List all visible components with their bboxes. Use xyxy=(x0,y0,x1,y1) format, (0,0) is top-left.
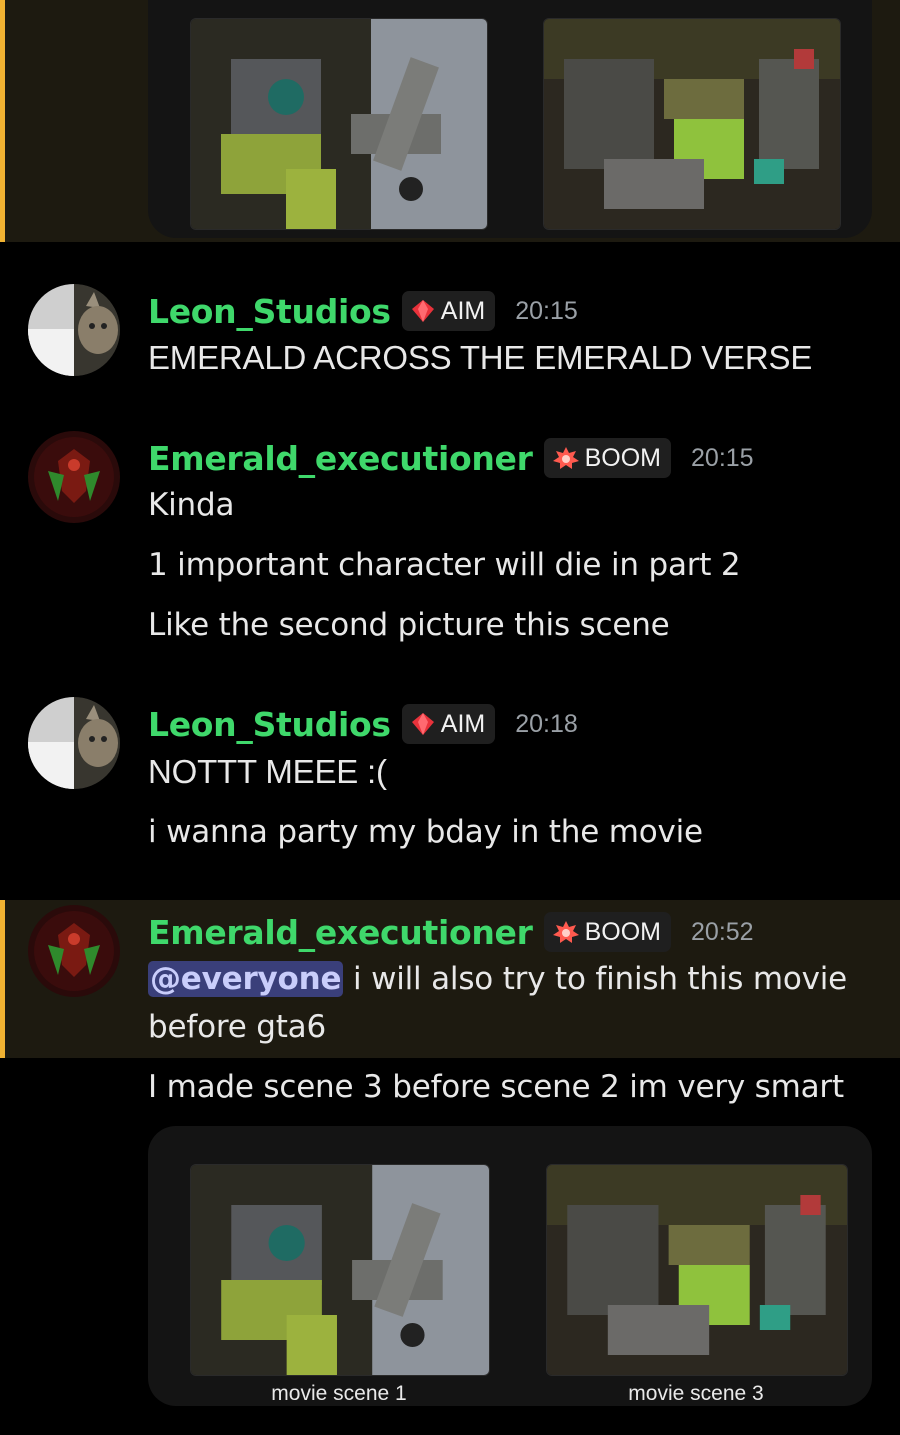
image-attachment[interactable] xyxy=(190,18,488,230)
image-thumbnail-icon xyxy=(547,1165,847,1375)
username[interactable]: Leon_Studios xyxy=(148,705,391,744)
clan-tag[interactable]: BOOM xyxy=(543,912,672,952)
attachment-caption: movie scene 1 xyxy=(271,1382,407,1405)
message-header: Emerald_executioner BOOM 20:52 xyxy=(148,910,754,954)
message-text: i wanna party my bday in the movie xyxy=(148,814,703,850)
avatar-leon-studios[interactable] xyxy=(28,284,120,376)
username[interactable]: Leon_Studios xyxy=(148,292,391,331)
red-gem-icon xyxy=(411,300,434,322)
mention-indicator-bar xyxy=(0,0,5,242)
timestamp: 20:15 xyxy=(691,443,754,472)
image-attachment[interactable] xyxy=(190,1164,490,1376)
image-thumbnail-icon xyxy=(544,19,840,229)
clan-tag-label: AIM xyxy=(440,709,486,738)
everyone-mention[interactable]: @everyone xyxy=(148,961,344,997)
clan-tag-label: BOOM xyxy=(584,443,662,472)
message-text: Kinda xyxy=(148,487,235,523)
message-text: I made scene 3 before scene 2 im very sm… xyxy=(148,1069,844,1105)
avatar-emerald-executioner[interactable] xyxy=(28,905,120,997)
username[interactable]: Emerald_executioner xyxy=(148,913,533,952)
message-text: 1 important character will die in part 2 xyxy=(148,547,741,583)
clan-tag[interactable]: AIM xyxy=(401,291,496,331)
message-text: @everyone i will also try to finish this… xyxy=(148,961,847,997)
clan-tag-label: BOOM xyxy=(584,917,662,946)
message-header: Leon_Studios AIM 20:15 xyxy=(148,289,578,333)
avatar-leon-studios[interactable] xyxy=(28,697,120,789)
attachment-caption: movie scene 3 xyxy=(628,1382,764,1405)
explosion-icon xyxy=(552,447,579,469)
image-thumbnail-icon xyxy=(191,1165,489,1375)
message-text: NOTTT MEEE :( xyxy=(148,753,387,790)
clan-tag[interactable]: AIM xyxy=(401,704,496,744)
avatar-emerald-executioner[interactable] xyxy=(28,431,120,523)
clan-tag[interactable]: BOOM xyxy=(543,438,672,478)
message-text-fragment: i will also try to finish this movie xyxy=(343,961,848,997)
message-header: Emerald_executioner BOOM 20:15 xyxy=(148,436,754,480)
image-attachment[interactable] xyxy=(546,1164,848,1376)
image-thumbnail-icon xyxy=(191,19,487,229)
attachment-group: movie scene 1 movie scene 3 xyxy=(148,1126,872,1406)
timestamp: 20:18 xyxy=(515,709,578,738)
message-header: Leon_Studios AIM 20:18 xyxy=(148,702,578,746)
username[interactable]: Emerald_executioner xyxy=(148,439,533,478)
attachment-group-top xyxy=(148,0,872,238)
image-attachment[interactable] xyxy=(543,18,841,230)
message-text: before gta6 xyxy=(148,1009,326,1045)
red-gem-icon xyxy=(411,713,434,735)
timestamp: 20:52 xyxy=(691,917,754,946)
mention-indicator-bar xyxy=(0,900,5,1058)
timestamp: 20:15 xyxy=(515,296,578,325)
explosion-icon xyxy=(552,921,579,943)
message-text: EMERALD ACROSS THE EMERALD VERSE xyxy=(148,339,813,376)
clan-tag-label: AIM xyxy=(440,296,486,325)
message-text: Like the second picture this scene xyxy=(148,607,670,643)
